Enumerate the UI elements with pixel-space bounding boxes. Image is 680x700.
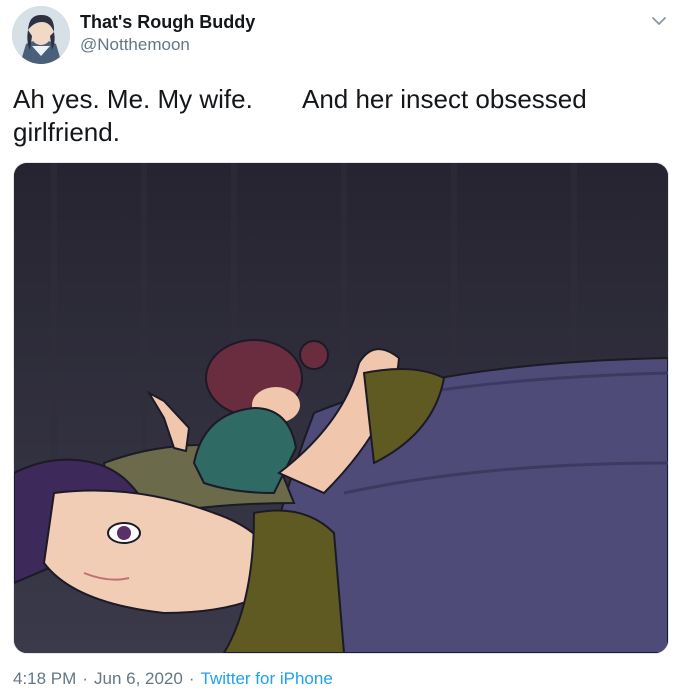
avatar[interactable] [12, 6, 70, 64]
tweet-time[interactable]: 4:18 PM [13, 669, 76, 688]
tweet-media[interactable] [13, 162, 669, 654]
separator: · [82, 669, 88, 688]
user-handle[interactable]: @Notthemoon [80, 35, 190, 55]
separator: · [188, 669, 195, 688]
tweet-date[interactable]: Jun 6, 2020 [94, 669, 183, 688]
chevron-down-icon[interactable] [648, 10, 670, 32]
tweet-source-link[interactable]: Twitter for iPhone [201, 669, 333, 688]
anime-illustration-image [14, 163, 668, 653]
tweet-meta: 4:18 PM · Jun 6, 2020 · Twitter for iPhone [13, 669, 333, 689]
avatar-image [12, 6, 70, 64]
tweet-text: Ah yes. Me. My wife. And her insect obse… [13, 84, 594, 147]
display-name[interactable]: That's Rough Buddy [80, 12, 255, 33]
